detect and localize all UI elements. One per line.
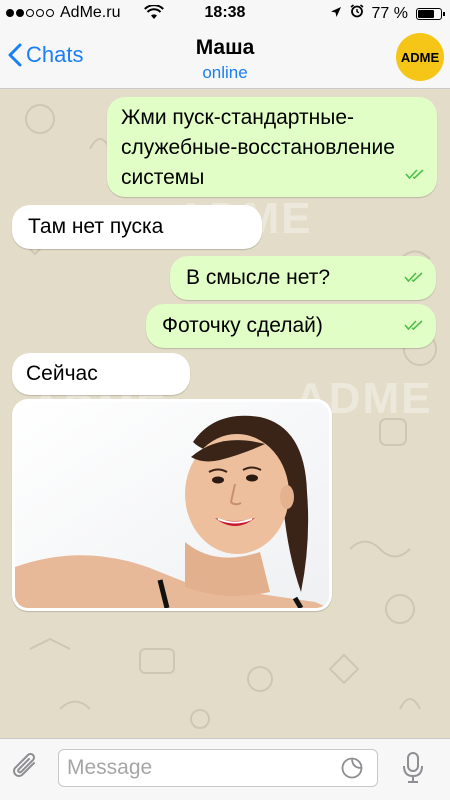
message-text: В смысле нет? [186, 266, 331, 289]
double-check-icon [404, 310, 426, 340]
message-text: Жми пуск-стандартные-служебные-восстанов… [121, 106, 395, 189]
message-text: Там нет пуска [28, 215, 164, 238]
chat-area[interactable]: ADME ADME ADME ADME ADME Жми пуск-станда… [0, 89, 450, 738]
message-bubble-outgoing[interactable]: В смысле нет? [170, 256, 436, 300]
avatar[interactable]: ADME [396, 33, 444, 81]
microphone-icon[interactable] [402, 751, 424, 790]
contact-name: Маша [195, 36, 255, 59]
photo-message[interactable] [12, 399, 332, 611]
double-check-icon [405, 159, 427, 189]
message-bubble-incoming[interactable]: Там нет пуска [12, 205, 262, 249]
battery-percent: 77 % [371, 4, 408, 22]
input-bar [0, 738, 450, 800]
battery-icon [416, 7, 445, 20]
message-input[interactable] [58, 749, 378, 787]
photo-image [15, 402, 329, 608]
contact-status: online [202, 63, 248, 82]
status-right: 77 % [330, 4, 445, 23]
message-bubble-incoming[interactable]: Сейчас [12, 353, 190, 395]
status-bar: AdMe.ru 18:38 77 % [0, 0, 450, 26]
message-text: Фоточку сделай) [162, 314, 323, 337]
chat-header: Chats Маша online ADME [0, 26, 450, 89]
contact-info[interactable]: Маша online [0, 36, 450, 83]
message-bubble-outgoing[interactable]: Фоточку сделай) [146, 304, 436, 348]
sticker-icon[interactable] [341, 757, 363, 784]
message-bubble-outgoing[interactable]: Жми пуск-стандартные-служебные-восстанов… [107, 97, 437, 197]
double-check-icon [404, 262, 426, 292]
paperclip-icon[interactable] [12, 752, 42, 790]
alarm-icon [350, 4, 364, 23]
location-arrow-icon [330, 5, 342, 23]
message-text: Сейчас [26, 362, 98, 385]
